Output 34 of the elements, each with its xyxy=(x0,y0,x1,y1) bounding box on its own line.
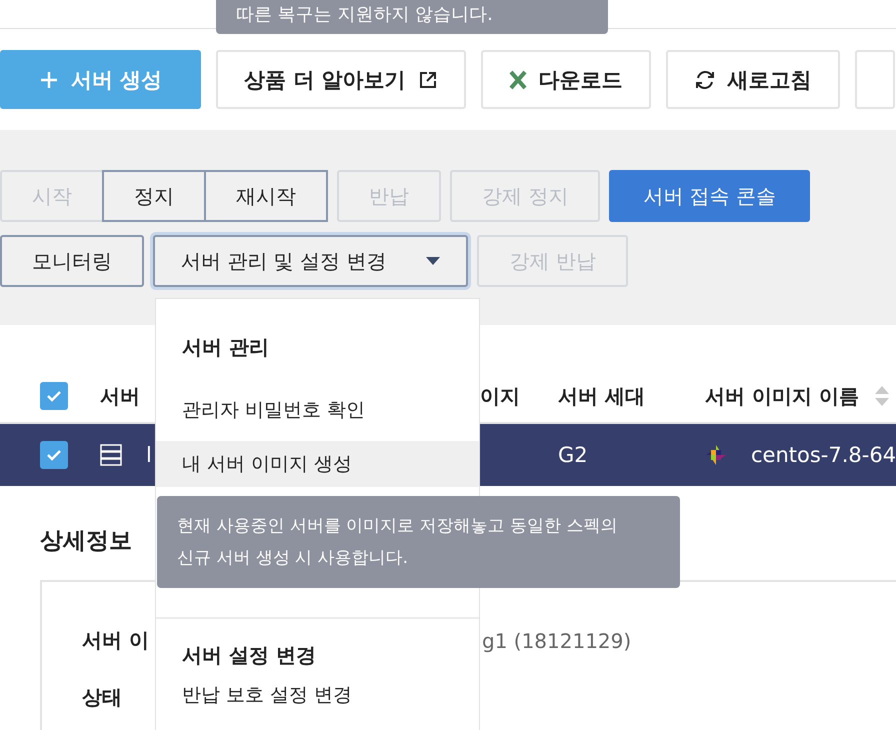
action-button[interactable]: 정지 xyxy=(102,170,206,222)
server-icon xyxy=(100,444,122,466)
action-button[interactable]: 모니터링 xyxy=(0,235,144,287)
plus-icon xyxy=(38,70,59,90)
menu-heading: 서버 관리 xyxy=(181,334,270,361)
table-cell-text: G2 xyxy=(558,443,589,467)
tooltip: 따른 복구는 지원하지 않습니다. xyxy=(216,0,608,34)
field-value: g1 (18121129) xyxy=(482,628,632,652)
toolbar-button[interactable]: 다운로드 xyxy=(480,50,651,109)
field-label: 서버 이 xyxy=(82,627,149,654)
menu-heading: 서버 설정 변경 xyxy=(181,642,317,669)
column-header: 이지 xyxy=(480,382,520,410)
column-header: 서버 세대 xyxy=(558,382,645,410)
action-button[interactable]: 재시작 xyxy=(204,170,328,222)
action-button[interactable]: 서버 접속 콘솔 xyxy=(609,170,810,222)
excel-icon xyxy=(508,70,527,90)
external-link-icon xyxy=(418,70,438,90)
tooltip: 현재 사용중인 서버를 이미지로 저장해놓고 동일한 스펙의 신규 서버 생성 시 사용합니다. xyxy=(157,496,680,588)
table-cell: centos-7.8-64 xyxy=(751,443,896,467)
field-label: 상태 xyxy=(82,684,122,711)
column-header: 서버 이미지 이름 xyxy=(705,382,859,410)
caret-icon xyxy=(426,256,440,266)
menu-item[interactable]: 반납 보호 설정 변경 xyxy=(156,679,479,711)
dropdown-button[interactable]: 서버 관리 및 설정 변경 xyxy=(153,235,468,287)
toolbar-button[interactable]: 상품 더 알아보기 xyxy=(216,50,466,109)
refresh-icon xyxy=(694,68,716,90)
table-cell: l xyxy=(146,443,152,467)
pinwheel-icon xyxy=(705,444,727,466)
menu-item[interactable]: 내 서버 이미지 생성 xyxy=(156,441,479,487)
sort-icon[interactable] xyxy=(874,384,890,408)
toolbar-button[interactable]: 새로고침 xyxy=(666,50,840,109)
checkbox[interactable] xyxy=(40,382,68,410)
checkbox[interactable] xyxy=(40,441,68,469)
column-header: 서버 xyxy=(100,382,140,410)
